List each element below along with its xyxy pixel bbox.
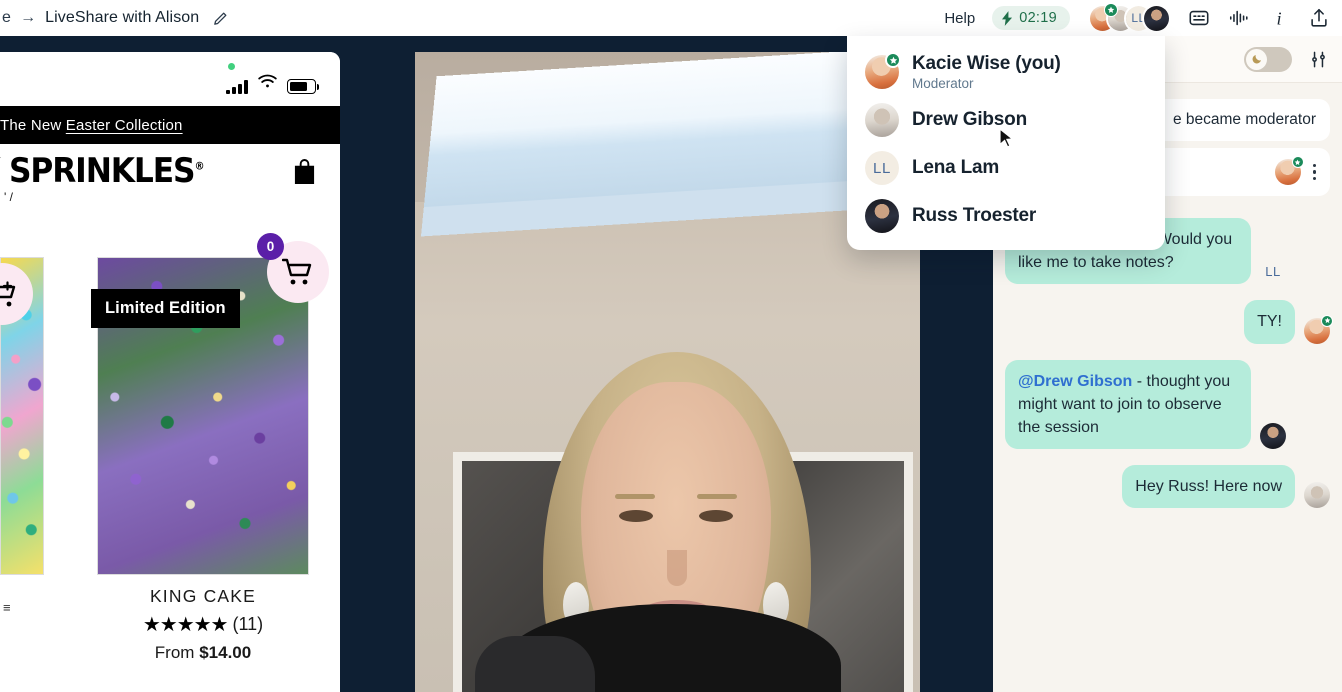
breadcrumb-arrow-icon: → (20, 9, 37, 26)
breadcrumb: e → LiveShare with Alison (0, 9, 944, 27)
battery-icon (287, 79, 320, 94)
feed-mode-toggle[interactable] (1244, 46, 1292, 72)
svg-text:i: i (1276, 8, 1281, 28)
system-message-text: e became moderator (1172, 111, 1316, 128)
moon-icon (1246, 48, 1267, 70)
shared-phone-screen: The New Easter Collection The New Easter… (0, 52, 340, 692)
info-icon[interactable]: i (1268, 7, 1290, 29)
star-rating-icons: ★★★★★ (142, 614, 229, 636)
product-tile-partial[interactable]: ≡ (0, 257, 44, 692)
review-count: (11) (232, 614, 264, 634)
promo-banner[interactable]: The New Easter Collection The New Easter… (0, 106, 340, 144)
video-skylight (420, 52, 920, 237)
signal-bars-icon (226, 80, 248, 94)
product-name: KING CAKE (149, 586, 257, 606)
price-value: $14.00 (199, 643, 252, 662)
bubble-post: TY! (1257, 313, 1282, 331)
avatar-drew (865, 103, 899, 137)
cart-count-badge: 0 (257, 233, 284, 260)
moderator-star-icon (1104, 2, 1118, 17)
avatar-kacie (865, 52, 901, 89)
help-button[interactable]: Help (944, 10, 975, 27)
participant-name: Lena Lam (912, 157, 1000, 178)
share-upload-icon[interactable] (1308, 7, 1330, 29)
chat-bubble: @Drew Gibson - thought you might want to… (1005, 359, 1251, 450)
avatar-russ[interactable] (1260, 423, 1286, 450)
avatar-lena-initials: LL (865, 151, 899, 185)
store-header: ICY SPRINKLES® ' / (0, 144, 340, 204)
store-subtitle: ' / (4, 190, 13, 204)
price-prefix: From (154, 643, 195, 662)
caption-keyboard-icon[interactable] (1188, 7, 1210, 29)
limited-edition-badge: Limited Edition (91, 289, 240, 328)
participant-name: Kacie Wise (you) (912, 53, 1061, 74)
timer-value: 02:19 (1019, 10, 1057, 26)
more-options-icon[interactable] (1309, 162, 1321, 183)
participant-row-russ-troester[interactable]: Russ Troester (847, 192, 1165, 240)
participants-avatar-stack[interactable]: LL (1088, 2, 1171, 33)
recording-dot-icon (228, 63, 235, 70)
chat-message-row: TY! (993, 300, 1342, 344)
top-bar: e → LiveShare with Alison Help 02:19 LL … (0, 0, 1342, 36)
participant-row-kacie-wise[interactable]: Kacie Wise (you) Moderator (847, 48, 1165, 96)
sliders-icon[interactable] (1309, 50, 1328, 69)
video-feed-presenter[interactable] (415, 52, 920, 692)
product-meta: KING CAKE ★★★★★ (11) From $14.00 (97, 586, 309, 663)
session-timer[interactable]: 02:19 (992, 6, 1070, 30)
mouse-cursor (999, 128, 1014, 148)
moderator-star-icon (885, 52, 901, 68)
quick-add-cart-button[interactable]: 0 (257, 233, 329, 303)
presenter-microphone (475, 636, 595, 692)
mention-drew-gibson[interactable]: @Drew Gibson (1018, 373, 1132, 390)
product-rating: ★★★★★ (11) (97, 612, 309, 637)
phone-status-bar (0, 52, 340, 106)
product-price: From $14.00 (97, 643, 309, 663)
participant-role: Moderator (912, 76, 974, 91)
avatar-russ[interactable] (1142, 3, 1171, 33)
avatar-russ (865, 199, 899, 233)
chat-message-row: Hey Russ! Here now (993, 465, 1342, 509)
wifi-icon (257, 74, 278, 94)
shopping-bag-icon[interactable] (293, 158, 316, 185)
participant-name: Russ Troester (912, 205, 1037, 226)
partial-tile-meta: ≡ (3, 600, 11, 615)
chat-message-row: @Drew Gibson - thought you might want to… (993, 359, 1342, 450)
promo-banner-link[interactable]: Easter Collection (66, 117, 183, 134)
breadcrumb-prev-item[interactable]: e (2, 9, 11, 27)
avatar-lena-initials[interactable]: LL (1260, 258, 1286, 284)
chat-bubble: TY! (1244, 300, 1295, 344)
moderator-star-icon (1291, 156, 1304, 168)
avatar-drew[interactable] (1304, 482, 1330, 509)
product-grid: ≡ Limited Edition 0 KING CAKE ★★★★★ (11)… (0, 233, 340, 692)
liveshare-app-window: e → LiveShare with Alison Help 02:19 LL … (0, 0, 1342, 692)
product-tile-king-cake[interactable]: Limited Edition 0 KING CAKE ★★★★★ (11) F… (91, 233, 329, 692)
pencil-icon[interactable] (208, 10, 229, 27)
moderator-star-icon (1321, 314, 1333, 327)
bolt-icon (1002, 10, 1013, 26)
audio-waveform-icon[interactable] (1228, 7, 1250, 29)
store-brand-name: ICY SPRINKLES® (0, 151, 205, 191)
participant-row-lena-lam[interactable]: LL Lena Lam (847, 144, 1165, 192)
avatar-kacie[interactable] (1274, 156, 1304, 185)
page-title: LiveShare with Alison (45, 9, 200, 26)
bubble-post: Hey Russ! Here now (1135, 478, 1282, 496)
avatar-kacie[interactable] (1304, 314, 1333, 344)
chat-bubble: Hey Russ! Here now (1122, 465, 1295, 509)
top-bar-actions: Help 02:19 LL i (944, 2, 1342, 33)
